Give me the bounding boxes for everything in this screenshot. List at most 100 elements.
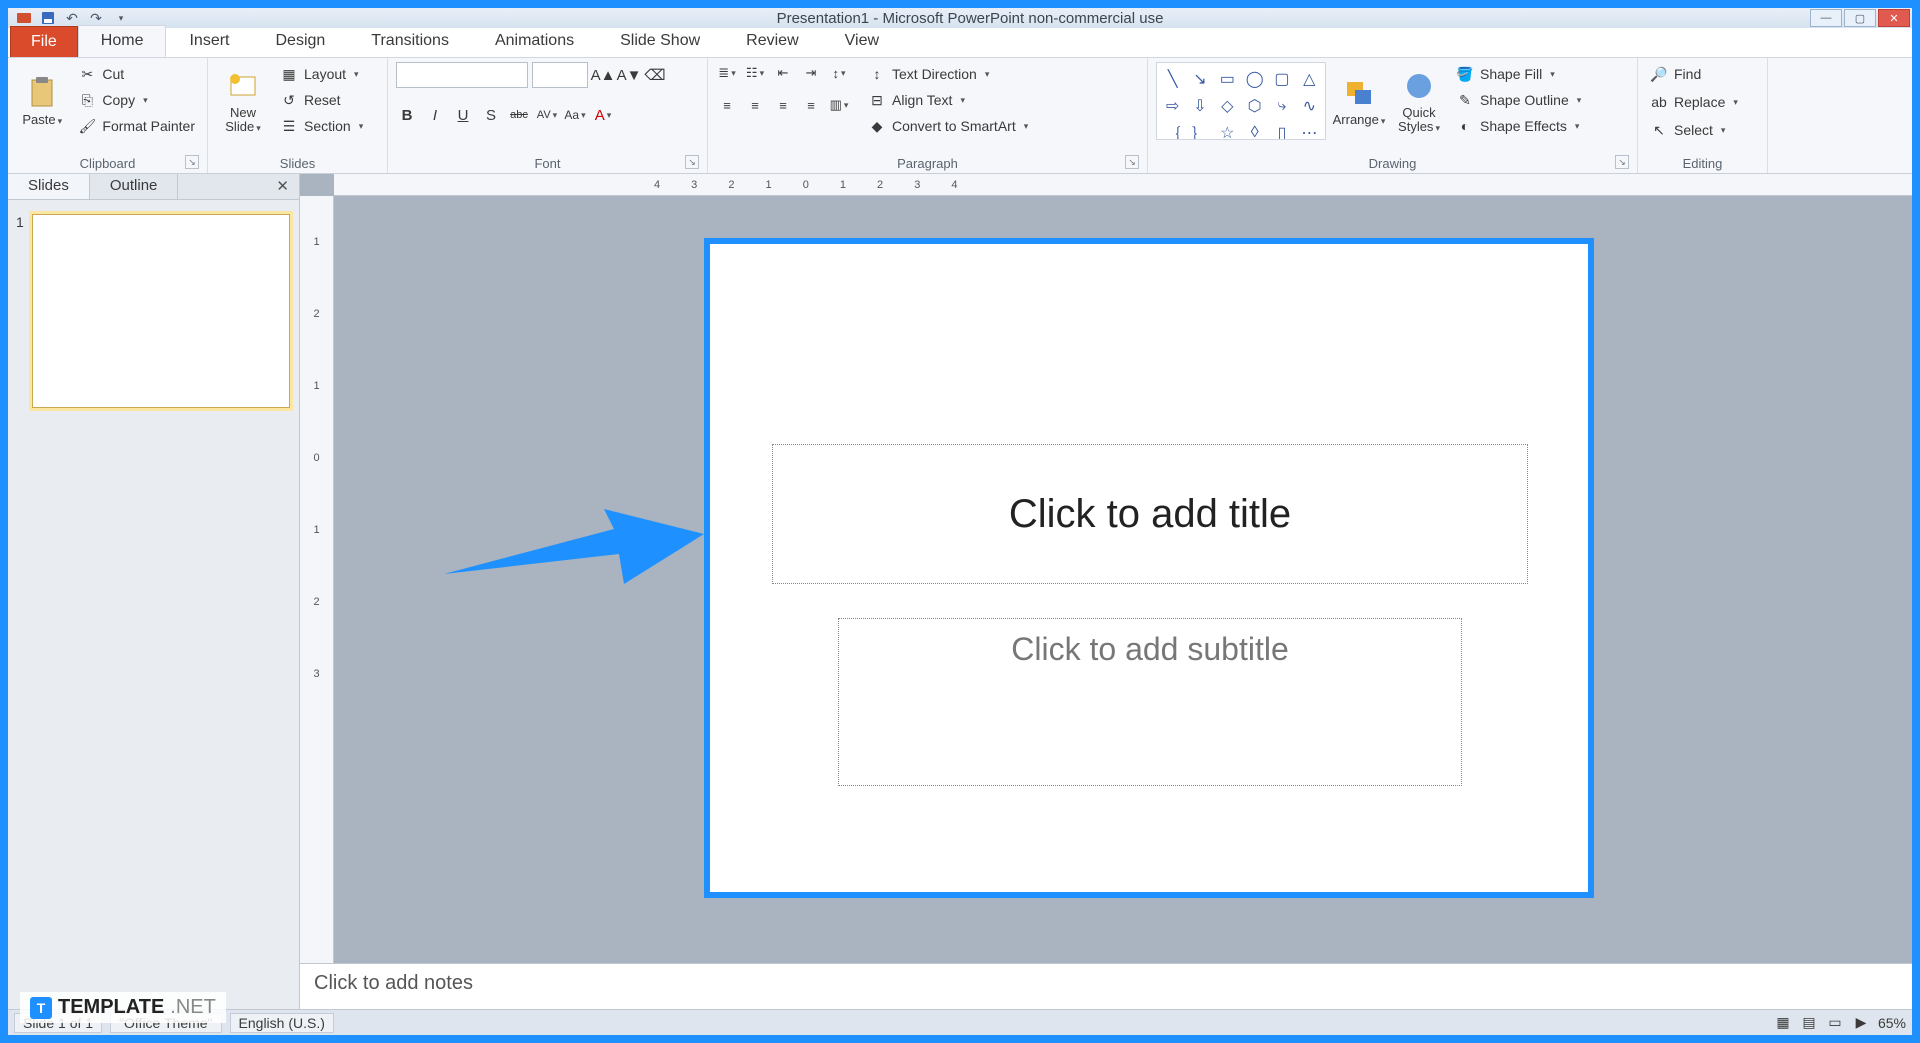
justify-button[interactable]: ≡ xyxy=(800,94,822,116)
save-icon[interactable] xyxy=(38,9,58,27)
shape-outline-button[interactable]: ✎Shape Outline xyxy=(1452,88,1585,112)
rounded-rect-icon[interactable]: ▢ xyxy=(1269,66,1294,91)
curve-icon[interactable]: ∿ xyxy=(1297,93,1322,118)
copy-button[interactable]: ⎘Copy xyxy=(74,88,199,112)
tab-design[interactable]: Design xyxy=(252,25,348,57)
sorter-view-icon[interactable]: ▤ xyxy=(1800,1014,1818,1032)
line-spacing-button[interactable]: ↕ xyxy=(828,62,850,84)
decrease-indent-button[interactable]: ⇤ xyxy=(772,62,794,84)
drawing-dialog-launcher[interactable]: ↘ xyxy=(1615,155,1629,169)
font-dialog-launcher[interactable]: ↘ xyxy=(685,155,699,169)
slide[interactable]: Click to add title Click to add subtitle xyxy=(704,238,1594,898)
grow-font-icon[interactable]: A▲ xyxy=(592,64,614,86)
shape-fill-button[interactable]: 🪣Shape Fill xyxy=(1452,62,1585,86)
tab-animations[interactable]: Animations xyxy=(472,25,597,57)
slides-group-label: Slides xyxy=(280,156,315,171)
clipboard-dialog-launcher[interactable]: ↘ xyxy=(185,155,199,169)
shapes-gallery[interactable]: ╲ ↘ ▭ ◯ ▢ △ ⇨ ⇩ ◇ ⬡ ⤷ ∿ ｛ ｝ ☆ xyxy=(1156,62,1326,140)
panel-close-icon[interactable]: ✕ xyxy=(266,174,299,199)
panel-tab-outline[interactable]: Outline xyxy=(90,174,179,199)
shadow-button[interactable]: S xyxy=(480,104,502,126)
hexagon-icon[interactable]: ⬡ xyxy=(1242,93,1267,118)
align-left-button[interactable]: ≡ xyxy=(716,94,738,116)
smartart-button[interactable]: ◆Convert to SmartArt xyxy=(864,114,1032,138)
tab-review[interactable]: Review xyxy=(723,25,821,57)
line-icon[interactable]: ╲ xyxy=(1160,66,1185,91)
group-clipboard: Paste ✂Cut ⎘Copy 🖌Format Painter Clipboa… xyxy=(8,58,208,173)
zoom-level[interactable]: 65% xyxy=(1878,1015,1906,1031)
thumbnail-item[interactable]: 1 xyxy=(16,214,291,408)
select-button[interactable]: ↖Select xyxy=(1646,118,1742,142)
panel-tab-slides[interactable]: Slides xyxy=(8,174,90,199)
italic-button[interactable]: I xyxy=(424,104,446,126)
paste-button[interactable]: Paste xyxy=(16,62,68,140)
down-arrow-icon[interactable]: ⇩ xyxy=(1187,93,1212,118)
quick-styles-label: Quick Styles xyxy=(1398,106,1440,135)
numbering-button[interactable]: ☷ xyxy=(744,62,766,84)
more-shapes-icon[interactable]: ⋯ xyxy=(1297,120,1322,140)
tab-insert[interactable]: Insert xyxy=(166,25,252,57)
reset-button[interactable]: ↺Reset xyxy=(276,88,367,112)
subtitle-placeholder[interactable]: Click to add subtitle xyxy=(838,618,1462,786)
triangle-icon[interactable]: △ xyxy=(1297,66,1322,91)
new-slide-label: New Slide xyxy=(225,106,260,135)
tab-home[interactable]: Home xyxy=(78,25,167,57)
shape-effects-button[interactable]: ◐Shape Effects xyxy=(1452,114,1585,138)
arrange-button[interactable]: Arrange xyxy=(1332,62,1386,140)
maximize-button[interactable]: ▢ xyxy=(1844,9,1876,27)
connector-icon[interactable]: ⤷ xyxy=(1269,93,1294,118)
right-arrow-icon[interactable]: ⇨ xyxy=(1160,93,1185,118)
char-spacing-button[interactable]: AV xyxy=(536,104,558,126)
section-button[interactable]: ☰Section xyxy=(276,114,367,138)
star-icon[interactable]: ☆ xyxy=(1215,120,1240,140)
change-case-button[interactable]: Aa xyxy=(564,104,586,126)
diamond-icon[interactable]: ◇ xyxy=(1215,93,1240,118)
new-slide-button[interactable]: New Slide xyxy=(216,62,270,140)
tab-view[interactable]: View xyxy=(822,25,902,57)
normal-view-icon[interactable]: ▦ xyxy=(1774,1014,1792,1032)
reading-view-icon[interactable]: ▭ xyxy=(1826,1014,1844,1032)
font-name-combo[interactable] xyxy=(396,62,528,88)
thumbnail-preview[interactable] xyxy=(32,214,290,408)
horizontal-ruler: 4 3 2 1 0 1 2 3 4 xyxy=(334,174,1912,196)
quick-styles-button[interactable]: Quick Styles xyxy=(1392,62,1446,140)
align-text-button[interactable]: ⊟Align Text xyxy=(864,88,1032,112)
brace2-icon[interactable]: ｝ xyxy=(1187,120,1212,140)
find-button[interactable]: 🔎Find xyxy=(1646,62,1742,86)
cut-button[interactable]: ✂Cut xyxy=(74,62,199,86)
columns-button[interactable]: ▥ xyxy=(828,94,850,116)
language[interactable]: English (U.S.) xyxy=(230,1013,334,1033)
textbox-icon[interactable]: ▯ xyxy=(1269,120,1294,140)
brace-icon[interactable]: ｛ xyxy=(1160,120,1185,140)
tab-slideshow[interactable]: Slide Show xyxy=(597,25,723,57)
arrow-icon[interactable]: ↘ xyxy=(1187,66,1212,91)
notes-pane[interactable]: Click to add notes xyxy=(300,963,1912,1009)
rect-icon[interactable]: ▭ xyxy=(1215,66,1240,91)
close-button[interactable]: ✕ xyxy=(1878,9,1910,27)
slideshow-view-icon[interactable]: ▶ xyxy=(1852,1014,1870,1032)
replace-button[interactable]: abReplace xyxy=(1646,90,1742,114)
minimize-button[interactable]: — xyxy=(1810,9,1842,27)
shrink-font-icon[interactable]: A▼ xyxy=(618,64,640,86)
align-center-button[interactable]: ≡ xyxy=(744,94,766,116)
title-placeholder[interactable]: Click to add title xyxy=(772,444,1528,584)
tab-transitions[interactable]: Transitions xyxy=(348,25,472,57)
paragraph-dialog-launcher[interactable]: ↘ xyxy=(1125,155,1139,169)
underline-button[interactable]: U xyxy=(452,104,474,126)
strike-button[interactable]: abc xyxy=(508,104,530,126)
clear-format-icon[interactable]: ⌫ xyxy=(644,64,666,86)
increase-indent-button[interactable]: ⇥ xyxy=(800,62,822,84)
file-tab[interactable]: File xyxy=(10,26,78,57)
align-right-button[interactable]: ≡ xyxy=(772,94,794,116)
oval-icon[interactable]: ◯ xyxy=(1242,66,1267,91)
thumbnail-list: 1 xyxy=(8,200,299,1009)
format-painter-button[interactable]: 🖌Format Painter xyxy=(74,114,199,138)
canvas[interactable]: Click to add title Click to add subtitle xyxy=(334,196,1912,963)
bold-button[interactable]: B xyxy=(396,104,418,126)
callout-icon[interactable]: ◊ xyxy=(1242,120,1267,140)
font-color-button[interactable]: A xyxy=(592,104,614,126)
layout-button[interactable]: ▦Layout xyxy=(276,62,367,86)
font-size-combo[interactable] xyxy=(532,62,588,88)
bullets-button[interactable]: ≣ xyxy=(716,62,738,84)
text-direction-button[interactable]: ↕Text Direction xyxy=(864,62,1032,86)
